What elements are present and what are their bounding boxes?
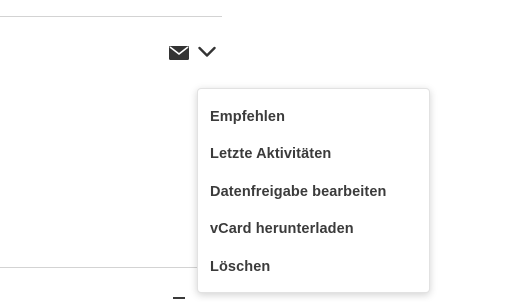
- menu-list: Empfehlen Letzte Aktivitäten Datenfreiga…: [198, 89, 429, 286]
- send-mail-button[interactable]: [168, 45, 190, 65]
- menu-item-delete[interactable]: Löschen: [198, 248, 429, 286]
- top-divider: [0, 16, 222, 17]
- menu-item-recent-activities[interactable]: Letzte Aktivitäten: [198, 136, 429, 174]
- menu-item-download-vcard[interactable]: vCard herunterladen: [198, 211, 429, 249]
- envelope-icon: [169, 45, 189, 65]
- chevron-down-icon: [198, 45, 216, 63]
- more-actions-menu: Empfehlen Letzte Aktivitäten Datenfreiga…: [197, 88, 430, 293]
- contact-panel: Empfehlen Letzte Aktivitäten Datenfreiga…: [0, 0, 514, 302]
- bottom-divider: [0, 267, 200, 268]
- menu-item-recommend[interactable]: Empfehlen: [198, 98, 429, 136]
- partial-icon: [173, 297, 185, 299]
- more-actions-toggle[interactable]: [196, 44, 218, 64]
- menu-item-edit-data-sharing[interactable]: Datenfreigabe bearbeiten: [198, 173, 429, 211]
